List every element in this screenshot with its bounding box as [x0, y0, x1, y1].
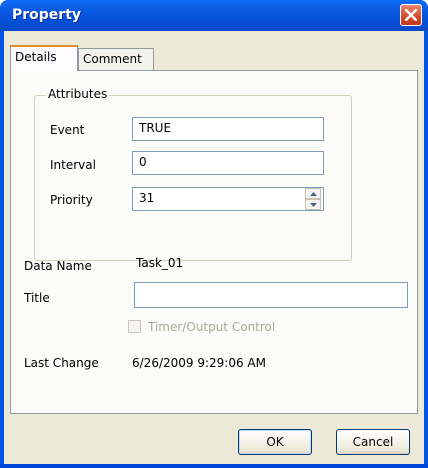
data-name-value: Task_01 [136, 256, 184, 270]
window-bottom-border [0, 464, 428, 468]
tab-details[interactable]: Details [10, 45, 78, 71]
attributes-group-label: Attributes [46, 87, 110, 101]
tab-comment-label: Comment [83, 52, 142, 66]
event-field[interactable]: TRUE [132, 117, 324, 141]
tab-details-label: Details [15, 50, 57, 64]
property-dialog: Property Details Comment Attributes Even… [0, 0, 428, 468]
priority-label: Priority [50, 193, 93, 207]
cancel-button[interactable]: Cancel [336, 429, 410, 455]
tab-comment[interactable]: Comment [78, 48, 154, 70]
chevron-up-icon [310, 192, 317, 196]
close-button[interactable] [400, 4, 422, 26]
event-label: Event [50, 123, 85, 137]
interval-label: Interval [50, 158, 96, 172]
priority-spinner[interactable] [305, 188, 321, 210]
spin-up-button[interactable] [305, 188, 321, 199]
spin-down-button[interactable] [305, 199, 321, 210]
window-title: Property [12, 7, 82, 23]
priority-field[interactable]: 31 [132, 187, 324, 211]
chevron-down-icon [310, 203, 317, 207]
title-field[interactable] [134, 282, 408, 308]
ok-button[interactable]: OK [238, 429, 312, 455]
title-label: Title [24, 291, 50, 305]
close-icon [405, 9, 417, 21]
dialog-body: Details Comment Attributes Event TRUE In… [4, 31, 424, 464]
last-change-label: Last Change [24, 356, 99, 370]
timer-output-checkbox[interactable] [128, 320, 141, 333]
interval-field[interactable]: 0 [132, 151, 324, 175]
title-bar[interactable]: Property [0, 0, 428, 31]
timer-output-label: Timer/Output Control [148, 320, 276, 334]
data-name-label: Data Name [24, 259, 92, 273]
last-change-value: 6/26/2009 9:29:06 AM [132, 356, 266, 370]
